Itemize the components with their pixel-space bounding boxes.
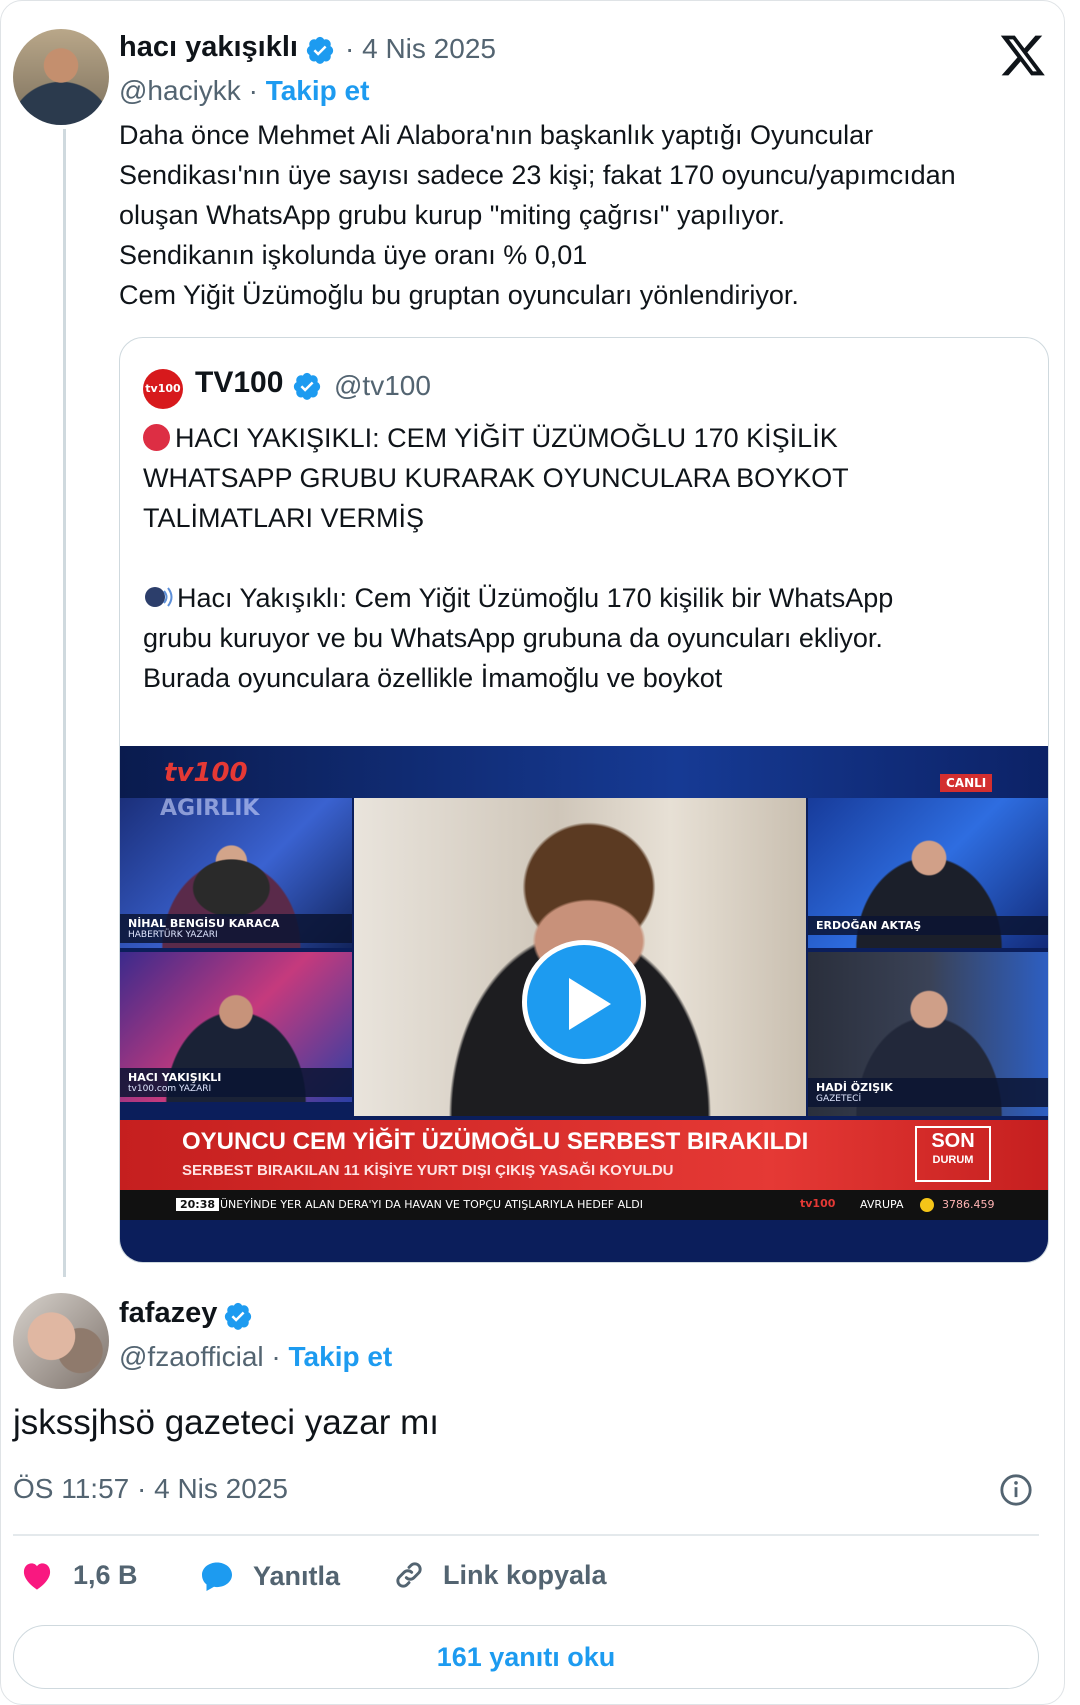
reply-text: jskssjhsö gazeteci yazar mı [13,1403,439,1442]
guest-panel: HADİ ÖZIŞIK GAZETECİ [808,952,1048,1116]
avatar[interactable] [13,29,109,125]
guest-panel: ERDOĞAN AKTAŞ [808,798,1048,948]
panel-title: AĞIRLIK [160,798,260,821]
live-badge: CANLI [940,774,993,792]
verified-badge-icon [306,36,334,64]
reply-author-name[interactable]: fafazey [119,1297,217,1330]
guest-role: tv100.com YAZARI [128,1084,212,1094]
body-line: Burada oyunculara özellikle İmamoğlu ve … [143,663,723,693]
embedded-tweet-card: hacı yakışıklı · 4 Nis 2025 @haciykk · T… [0,0,1065,1705]
quoted-tweet-text: HACI YAKIŞIKLI: CEM YİĞİT ÜZÜMOĞLU 170 K… [143,418,1033,698]
guest-caption: NİHAL BENGİSU KARACA HABERTÜRK YAZARI [120,914,352,943]
quoted-author-handle[interactable]: @tv100 [334,370,431,402]
speaking-head-icon [145,587,173,607]
follow-button[interactable]: Takip et [289,1341,393,1372]
tweet-text-line: Daha önce Mehmet Ali Alabora'nın başkanl… [119,120,874,150]
thread-line [63,129,66,1277]
headline-line: TALİMATLARI VERMİŞ [143,503,425,533]
copy-link-button[interactable]: Link kopyala [393,1559,607,1591]
son-durum-badge: SON DURUM [915,1126,991,1182]
body-line: Hacı Yakışıklı: Cem Yiğit Üzümoğlu 170 k… [143,578,1033,618]
like-button[interactable]: 1,6 B [19,1559,138,1591]
video-top-bar [120,746,1048,798]
ticker-market: AVRUPA [860,1198,904,1211]
headline-line: HACI YAKIŞIKLI: CEM YİĞİT ÜZÜMOĞLU 170 K… [143,418,1033,458]
ticker-text: ÜNEYİNDE YER ALAN DERA'YI DA HAVAN VE TO… [220,1198,643,1211]
coin-icon [920,1198,934,1212]
handle-separator: · [263,1341,289,1372]
guest-name: ERDOĞAN AKTAŞ [816,919,922,932]
video-player[interactable]: tv100 CANLI AĞIRLIK NİHAL BENGİSU KARACA… [120,746,1048,1262]
tv100-avatar[interactable]: tv100 [143,369,183,409]
verified-badge-icon [293,372,321,400]
tweet-text-line: oluşan WhatsApp grubu kurup "miting çağr… [119,200,785,230]
reply-bubble-icon [202,1562,232,1591]
quoted-tweet[interactable]: tv100 TV100 @tv100 HACI YAKIŞIKLI: CEM Y… [119,337,1049,1263]
tweet-text-line: Sendikanın işkolunda üye oranı % 0,01 [119,240,588,270]
play-button[interactable] [522,940,646,1064]
ticker-brand: tv100 [800,1197,836,1210]
red-circle-icon [143,424,170,451]
reply-label: Yanıtla [253,1560,341,1591]
guest-name: HADİ ÖZIŞIK [816,1081,893,1094]
banner-title: OYUNCU CEM YİĞİT ÜZÜMOĞLU SERBEST BIRAKI… [182,1128,809,1155]
verified-badge-icon [224,1302,252,1330]
author-handle-row: @haciykk · Takip et [119,75,369,107]
x-logo-icon[interactable] [999,31,1047,79]
tweet-text-line: Sendikası'nın üye sayısı sadece 23 kişi;… [119,160,956,190]
heart-icon [23,1563,51,1590]
news-banner: OYUNCU CEM YİĞİT ÜZÜMOĞLU SERBEST BIRAKI… [120,1120,1048,1190]
guest-name: HACI YAKIŞIKLI [128,1071,222,1084]
body-line: grubu kuruyor ve bu WhatsApp grubuna da … [143,623,883,653]
guest-caption: HADİ ÖZIŞIK GAZETECİ [808,1078,1048,1107]
channel-logo: tv100 [164,758,248,788]
link-icon [396,1562,422,1588]
guest-role: HABERTÜRK YAZARI [128,930,218,940]
avatar[interactable] [13,1293,109,1389]
read-replies-button[interactable]: 161 yanıtı oku [13,1625,1039,1689]
author-name[interactable]: hacı yakışıklı [119,31,298,64]
like-count: 1,6 B [73,1559,138,1590]
info-icon[interactable] [999,1473,1033,1507]
ticker-time: 20:38 [176,1198,220,1211]
guest-panel: HACI YAKIŞIKLI tv100.com YAZARI [120,952,352,1102]
banner-subtitle: SERBEST BIRAKILAN 11 KİŞİYE YURT DIŞI ÇI… [182,1162,674,1179]
guest-panel: AĞIRLIK NİHAL BENGİSU KARACA HABERTÜRK Y… [120,798,352,948]
news-ticker: 20:38 ÜNEYİNDE YER ALAN DERA'YI DA HAVAN… [120,1190,1048,1220]
play-icon [569,978,611,1030]
headline-line: WHATSAPP GRUBU KURARAK OYUNCULARA BOYKOT [143,463,849,493]
reply-button[interactable]: Yanıtla [199,1559,340,1593]
copy-link-label: Link kopyala [443,1559,607,1590]
author-handle[interactable]: @haciykk [119,75,241,106]
tweet-date[interactable]: · 4 Nis 2025 [345,33,496,65]
follow-button[interactable]: Takip et [266,75,370,106]
reply-timestamp[interactable]: ÖS 11:57 · 4 Nis 2025 [13,1473,288,1505]
quoted-author-name[interactable]: TV100 [195,366,283,400]
reply-handle-row: @fzaofficial · Takip et [119,1341,392,1373]
guest-caption: ERDOĞAN AKTAŞ [808,916,1048,935]
divider [13,1534,1039,1536]
handle-separator: · [240,75,266,106]
guest-name: NİHAL BENGİSU KARACA [128,917,280,930]
tweet-text: Daha önce Mehmet Ali Alabora'nın başkanl… [119,115,1049,315]
guest-role: GAZETECİ [816,1094,862,1104]
tweet-text-line: Cem Yiğit Üzümoğlu bu gruptan oyuncuları… [119,280,799,310]
reply-author-handle[interactable]: @fzaofficial [119,1341,264,1372]
guest-caption: HACI YAKIŞIKLI tv100.com YAZARI [120,1068,352,1097]
ticker-value: 3786.459 [942,1198,995,1211]
